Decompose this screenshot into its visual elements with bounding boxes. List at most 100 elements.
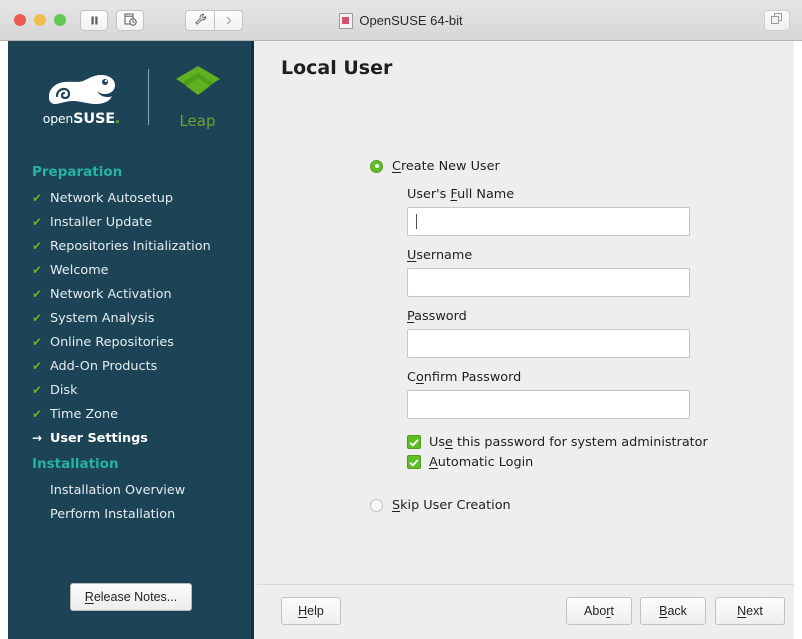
leap-label: Leap	[179, 112, 215, 130]
check-icon: ✔	[32, 384, 50, 396]
minimize-button[interactable]	[34, 14, 46, 26]
sidebar-item-label: Repositories Initialization	[50, 239, 211, 254]
next-button[interactable]: Next	[715, 597, 785, 625]
password-input[interactable]	[407, 329, 690, 358]
sidebar-item-repositories-initialization[interactable]: ✔ Repositories Initialization	[8, 234, 254, 258]
username-label: Username	[407, 248, 794, 263]
full-name-input[interactable]	[407, 207, 690, 236]
nav-heading-installation: Installation	[8, 450, 254, 478]
back-button[interactable]: Back	[640, 597, 706, 625]
pause-icon	[89, 11, 100, 30]
opensuse-logo: openSUSE.	[30, 67, 134, 127]
forward-button[interactable]	[214, 10, 243, 31]
local-user-form: Create New User User's Full Name Usernam…	[257, 157, 794, 513]
vm-toolbar-left	[80, 10, 144, 31]
chevron-right-icon	[223, 11, 234, 30]
abort-button[interactable]: Abort	[566, 597, 632, 625]
vm-toolbar-segmented	[185, 10, 243, 31]
sidebar-item-label: System Analysis	[50, 311, 155, 326]
wrench-icon	[194, 11, 207, 30]
settings-button[interactable]	[185, 10, 214, 31]
check-icon	[409, 453, 419, 472]
checkbox-automatic-login[interactable]	[407, 455, 421, 469]
check-icon: ✔	[32, 264, 50, 276]
sidebar-item-label: Time Zone	[50, 407, 118, 422]
brand-divider	[148, 69, 149, 125]
check-icon: ✔	[32, 240, 50, 252]
sidebar: openSUSE. Leap Preparation	[8, 41, 254, 639]
arrow-right-icon: →	[32, 432, 50, 444]
full-name-block: User's Full Name	[257, 187, 794, 236]
sidebar-item-network-autosetup[interactable]: ✔ Network Autosetup	[8, 186, 254, 210]
system-administrator-label: Use this password for system administrat…	[429, 435, 708, 450]
opensuse-chameleon-logo	[42, 67, 122, 111]
sidebar-item-user-settings[interactable]: → User Settings	[8, 426, 254, 450]
username-block: Username	[257, 248, 794, 297]
check-icon: ✔	[32, 288, 50, 300]
close-button[interactable]	[14, 14, 26, 26]
leap-chevron-logo	[174, 64, 222, 108]
sidebar-item-add-on-products[interactable]: ✔ Add-On Products	[8, 354, 254, 378]
opensuse-wordmark: openSUSE.	[43, 112, 120, 127]
check-icon: ✔	[32, 336, 50, 348]
create-new-user-option[interactable]: Create New User	[257, 157, 794, 175]
leap-logo: Leap	[163, 64, 233, 130]
check-icon: ✔	[32, 192, 50, 204]
sidebar-item-installation-overview[interactable]: Installation Overview	[8, 478, 254, 502]
sidebar-item-system-analysis[interactable]: ✔ System Analysis	[8, 306, 254, 330]
text-cursor	[416, 214, 417, 229]
username-input[interactable]	[407, 268, 690, 297]
brand-row: openSUSE. Leap	[8, 55, 254, 139]
maximize-button[interactable]	[54, 14, 66, 26]
main-content: Local User Create New User User's Full N…	[257, 41, 794, 639]
check-icon: ✔	[32, 360, 50, 372]
window-titlebar: OpenSUSE 64-bit	[0, 0, 802, 41]
skip-user-creation-option[interactable]: Skip User Creation	[257, 498, 794, 513]
document-icon	[339, 13, 353, 29]
sidebar-item-network-activation[interactable]: ✔ Network Activation	[8, 282, 254, 306]
sidebar-item-label: Welcome	[50, 263, 109, 278]
confirm-password-block: Confirm Password	[257, 370, 794, 419]
brand-suse: SUSE	[73, 111, 115, 127]
sidebar-item-installer-update[interactable]: ✔ Installer Update	[8, 210, 254, 234]
page-title: Local User	[281, 57, 392, 79]
password-label: Password	[407, 309, 794, 324]
installer-body: openSUSE. Leap Preparation	[8, 41, 794, 639]
skip-user-creation-label: Skip User Creation	[392, 498, 511, 513]
pause-button[interactable]	[80, 10, 108, 31]
sidebar-item-label: Installation Overview	[50, 483, 185, 498]
confirm-password-input[interactable]	[407, 390, 690, 419]
sidebar-item-label: Online Repositories	[50, 335, 174, 350]
sidebar-item-label: Installer Update	[50, 215, 152, 230]
check-icon	[409, 433, 419, 452]
check-icon: ✔	[32, 216, 50, 228]
automatic-login-row[interactable]: Automatic Login	[407, 452, 794, 472]
release-notes-area: Release Notes...	[8, 583, 254, 611]
sidebar-item-perform-installation[interactable]: Perform Installation	[8, 502, 254, 526]
sidebar-item-label: Add-On Products	[50, 359, 157, 374]
sidebar-item-online-repositories[interactable]: ✔ Online Repositories	[8, 330, 254, 354]
sidebar-item-label: Network Activation	[50, 287, 172, 302]
window-mode-button[interactable]	[764, 10, 790, 31]
duplicate-windows-icon	[770, 11, 784, 30]
sidebar-item-welcome[interactable]: ✔ Welcome	[8, 258, 254, 282]
sidebar-item-time-zone[interactable]: ✔ Time Zone	[8, 402, 254, 426]
release-notes-button[interactable]: Release Notes...	[70, 583, 192, 611]
help-button[interactable]: Help	[281, 597, 341, 625]
snapshot-button[interactable]	[116, 10, 144, 31]
window-traffic-lights	[14, 14, 66, 26]
radio-create-new-user[interactable]	[370, 160, 383, 173]
checkbox-system-administrator[interactable]	[407, 435, 421, 449]
automatic-login-label: Automatic Login	[429, 455, 533, 470]
check-icon: ✔	[32, 312, 50, 324]
installer-window: OpenSUSE 64-bit	[0, 0, 802, 639]
system-administrator-row[interactable]: Use this password for system administrat…	[407, 432, 794, 452]
release-notes-label-rest: elease Notes...	[94, 590, 177, 604]
password-block: Password	[257, 309, 794, 358]
radio-skip-user-creation[interactable]	[370, 499, 383, 512]
create-new-user-label: Create New User	[392, 159, 500, 174]
sidebar-item-disk[interactable]: ✔ Disk	[8, 378, 254, 402]
nav-heading-preparation: Preparation	[8, 161, 254, 186]
full-name-label: User's Full Name	[407, 187, 794, 202]
confirm-password-label: Confirm Password	[407, 370, 794, 385]
